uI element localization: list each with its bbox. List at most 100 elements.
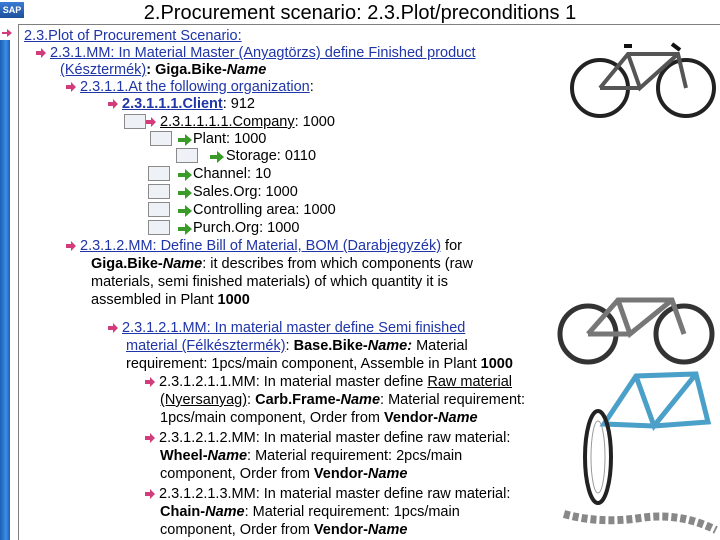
order-text: component, Order from (160, 466, 314, 482)
chain-requirement: : Material requirement: 1pcs/main (244, 504, 460, 520)
company-value: : 1000 (294, 114, 335, 130)
outline-item-bom: 2.3.1.2.MM: Define Bill of Material, BOM… (66, 238, 462, 255)
giga-bike-image (570, 42, 716, 118)
carb-frame-image (599, 371, 712, 432)
outline-item-plant: Plant: 1000 (193, 131, 267, 147)
bullet-arrow-icon (146, 117, 156, 128)
bom-plant-value: 1000 (217, 292, 250, 308)
semi-finished-text: 2.3.1.2.1.MM: In material master define … (122, 320, 466, 336)
gigabike-label: Giga.Bike- (91, 256, 163, 272)
company-icon (124, 114, 146, 129)
green-arrow-icon (178, 187, 192, 199)
finished-product-term: (Késztermék) (60, 62, 147, 78)
semi-finished-term: material (Félkésztermék) (126, 338, 286, 354)
vendor-label: Vendor- (313, 466, 368, 482)
outline-item-wheel: 2.3.1.2.1.2.MM: In material master defin… (145, 430, 510, 447)
vendor-name: Name (367, 522, 408, 538)
chain-name: Name (205, 504, 245, 520)
green-arrow-icon (178, 169, 192, 181)
level1-heading: 2.3.Plot of Procurement Scenario: (24, 28, 242, 44)
bom-description: : it describes from which components (ra… (202, 256, 473, 272)
storage-icon (176, 148, 198, 163)
left-accent-bar (0, 26, 10, 540)
carbframe-label: Carb.Frame- (255, 392, 341, 408)
bom-prefix: 2.3.1.2.MM: Define (80, 238, 207, 254)
vendor-label: Vendor- (384, 410, 439, 426)
vendor-name: Name (438, 410, 478, 426)
outline-item-raw-frame-line3: 1pcs/main component, Order from Vendor-N… (160, 410, 478, 427)
outline-item-wheel-line2: Wheel-Name: Material requirement: 2pcs/m… (160, 448, 462, 465)
bullet-arrow-icon (36, 48, 46, 59)
outline-item-semi-finished-line3: requirement: 1pcs/main component, Assemb… (126, 356, 513, 373)
wheel-text: 2.3.1.2.1.2.MM: In material master defin… (159, 430, 511, 446)
chain-label: Chain- (160, 504, 206, 520)
raw-material-term: Raw material (427, 374, 512, 390)
outline-item-purchorg: Purch.Org: 1000 (193, 220, 300, 236)
green-arrow-icon (178, 205, 192, 217)
bullet-arrow-icon (145, 377, 155, 388)
wheel-name: Name (207, 448, 248, 464)
outline-item-bom-line2: Giga.Bike-Name: it describes from which … (91, 256, 473, 273)
vendor-name: Name (367, 466, 408, 482)
gigabike-label: : Giga.Bike- (146, 62, 227, 78)
outline-item-finished-product-cont: (Késztermék): Giga.Bike-Name (60, 62, 266, 79)
order-text: component, Order from (160, 522, 314, 538)
outline-item-organization: 2.3.1.1.At the following organization: (66, 79, 314, 96)
company-label: 2.3.1.1.1.1.Company (160, 114, 295, 130)
colon: : (247, 392, 256, 408)
wheel-requirement: : Material requirement: 2pcs/main (247, 448, 463, 464)
gigabike-name: Name (162, 256, 203, 272)
controlling-icon (148, 202, 170, 217)
semi-plant-value: 1000 (480, 356, 513, 372)
outline-item-semi-finished-line2: material (Félkésztermék): Base.Bike-Name… (126, 338, 468, 355)
green-arrow-icon (178, 223, 192, 235)
outline-item-wheel-line3: component, Order from Vendor-Name (160, 466, 407, 483)
raw-material-hu: (Nyersanyag) (160, 392, 248, 408)
bullet-arrow-icon (66, 241, 76, 252)
semi-requirement-text: requirement: 1pcs/main component, Assemb… (126, 356, 481, 372)
client-value: : 912 (222, 96, 255, 112)
finished-product-text: 2.3.1.MM: In Material Master (Anyagtörzs… (50, 45, 476, 61)
material-requirement-text: : Material requirement: (380, 392, 526, 408)
green-arrow-icon (210, 151, 224, 163)
outline-item-bom-line3: materials, semi finished materials) of w… (91, 274, 448, 290)
bom-suffix: for (441, 238, 462, 254)
outline-item-semi-finished: 2.3.1.2.1.MM: In material master define … (108, 320, 465, 337)
outline-item-salesorg: Sales.Org: 1000 (193, 184, 298, 200)
basebike-label: Base.Bike- (293, 338, 368, 354)
organization-colon: : (309, 79, 314, 95)
plant-icon (150, 131, 172, 146)
chain-image (562, 510, 718, 534)
order-text: 1pcs/main component, Order from (160, 410, 385, 426)
channel-icon (148, 166, 170, 181)
shopping-cart-icon (148, 220, 170, 235)
outline-item-controlling: Controlling area: 1000 (193, 202, 336, 218)
raw-frame-text: 2.3.1.2.1.1.MM: In material master defin… (159, 374, 428, 390)
outline-item-chain-line2: Chain-Name: Material requirement: 1pcs/m… (160, 504, 460, 521)
gigabike-name: Name (226, 62, 267, 78)
colon: : (285, 338, 294, 354)
bullet-arrow-icon (108, 323, 118, 334)
outline-item-chain-line3: component, Order from Vendor-Name (160, 522, 407, 539)
outline-item-storage: Storage: 0110 (226, 148, 317, 164)
organization-text: 2.3.1.1.At the following organization (80, 79, 310, 95)
outline-item-bom-line4: assembled in Plant 1000 (91, 292, 250, 309)
wheel-label: Wheel- (160, 448, 208, 464)
vendor-label: Vendor- (313, 522, 368, 538)
outline-item-client: 2.3.1.1.1.Client: 912 (108, 96, 255, 113)
chain-text: 2.3.1.2.1.3.MM: In material master defin… (159, 486, 511, 502)
wheel-image (583, 409, 613, 505)
outline-item-raw-frame-line2: (Nyersanyag): Carb.Frame-Name: Material … (160, 392, 525, 409)
sales-org-icon (148, 184, 170, 199)
bullet-arrow-icon (66, 82, 76, 93)
base-bike-image (557, 297, 715, 365)
outline-item-finished-product: 2.3.1.MM: In Material Master (Anyagtörzs… (36, 45, 476, 62)
basebike-name: Name: (367, 338, 413, 354)
outline-level1: 2.3.Plot of Procurement Scenario: (24, 28, 242, 45)
bullet-arrow-icon (2, 29, 12, 37)
outline-item-chain: 2.3.1.2.1.3.MM: In material master defin… (145, 486, 510, 503)
outline-item-raw-frame: 2.3.1.2.1.1.MM: In material master defin… (145, 374, 512, 391)
bullet-arrow-icon (145, 433, 155, 444)
bullet-arrow-icon (108, 99, 118, 110)
green-arrow-icon (178, 134, 192, 146)
